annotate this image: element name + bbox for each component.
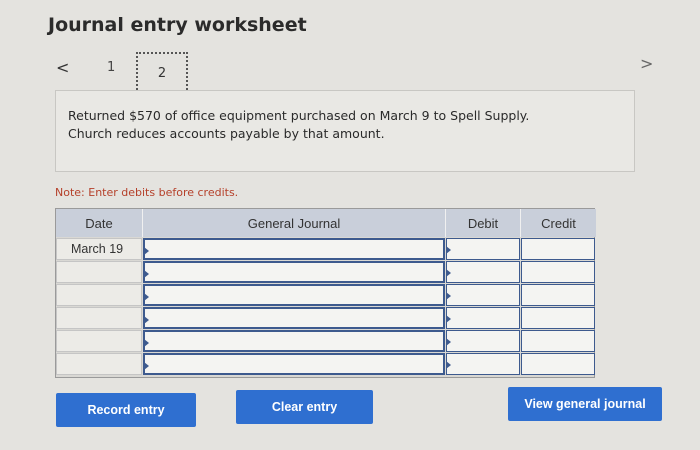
chevron-right-icon[interactable]: > — [640, 54, 653, 73]
chevron-left-icon[interactable]: < — [56, 58, 69, 77]
step-1-tab[interactable]: 1 — [107, 60, 115, 75]
journal-row — [56, 261, 596, 283]
date-cell[interactable]: March 19 — [56, 238, 142, 260]
credit-input[interactable] — [521, 353, 595, 375]
account-input[interactable] — [143, 238, 445, 260]
journal-row: March 19 — [56, 238, 596, 260]
journal-row — [56, 353, 596, 375]
row-marker-icon — [446, 361, 451, 369]
debit-input[interactable] — [446, 238, 520, 260]
date-cell[interactable] — [56, 307, 142, 329]
row-marker-icon — [144, 316, 149, 324]
header-general-journal: General Journal — [143, 209, 446, 237]
record-entry-button[interactable]: Record entry — [56, 393, 196, 427]
journal-row — [56, 330, 596, 352]
account-input[interactable] — [143, 353, 445, 375]
debit-input[interactable] — [446, 284, 520, 306]
row-marker-icon — [144, 339, 149, 347]
credit-input[interactable] — [521, 330, 595, 352]
date-cell[interactable] — [56, 330, 142, 352]
debit-input[interactable] — [446, 353, 520, 375]
view-general-journal-button[interactable]: View general journal — [508, 387, 662, 421]
credit-input[interactable] — [521, 284, 595, 306]
row-marker-icon — [446, 269, 451, 277]
row-marker-icon — [144, 247, 149, 255]
credit-input[interactable] — [521, 307, 595, 329]
worksheet-title: Journal entry worksheet — [48, 14, 307, 36]
debit-input[interactable] — [446, 330, 520, 352]
step-2-tab[interactable]: 2 — [136, 52, 188, 94]
account-input[interactable] — [143, 261, 445, 283]
row-marker-icon — [446, 292, 451, 300]
date-cell[interactable] — [56, 353, 142, 375]
row-marker-icon — [144, 293, 149, 301]
account-input[interactable] — [143, 284, 445, 306]
debit-input[interactable] — [446, 307, 520, 329]
credit-input[interactable] — [521, 238, 595, 260]
header-credit: Credit — [521, 209, 596, 237]
journal-row — [56, 307, 596, 329]
row-marker-icon — [144, 362, 149, 370]
row-marker-icon — [144, 270, 149, 278]
transaction-description: Returned $570 of office equipment purcha… — [55, 90, 635, 172]
row-marker-icon — [446, 315, 451, 323]
description-line-1: Returned $570 of office equipment purcha… — [68, 108, 530, 123]
account-input[interactable] — [143, 330, 445, 352]
date-cell[interactable] — [56, 261, 142, 283]
date-cell[interactable] — [56, 284, 142, 306]
account-input[interactable] — [143, 307, 445, 329]
description-line-2: Church reduces accounts payable by that … — [68, 126, 385, 141]
header-debit: Debit — [446, 209, 521, 237]
credit-input[interactable] — [521, 261, 595, 283]
debit-input[interactable] — [446, 261, 520, 283]
header-date: Date — [56, 209, 143, 237]
row-marker-icon — [446, 246, 451, 254]
journal-table: Date General Journal Debit Credit March … — [55, 208, 596, 378]
instruction-note: Note: Enter debits before credits. — [55, 186, 239, 199]
journal-row — [56, 284, 596, 306]
row-marker-icon — [446, 338, 451, 346]
clear-entry-button[interactable]: Clear entry — [236, 390, 373, 424]
step-2-label: 2 — [157, 65, 167, 81]
date-value: March 19 — [71, 242, 124, 256]
